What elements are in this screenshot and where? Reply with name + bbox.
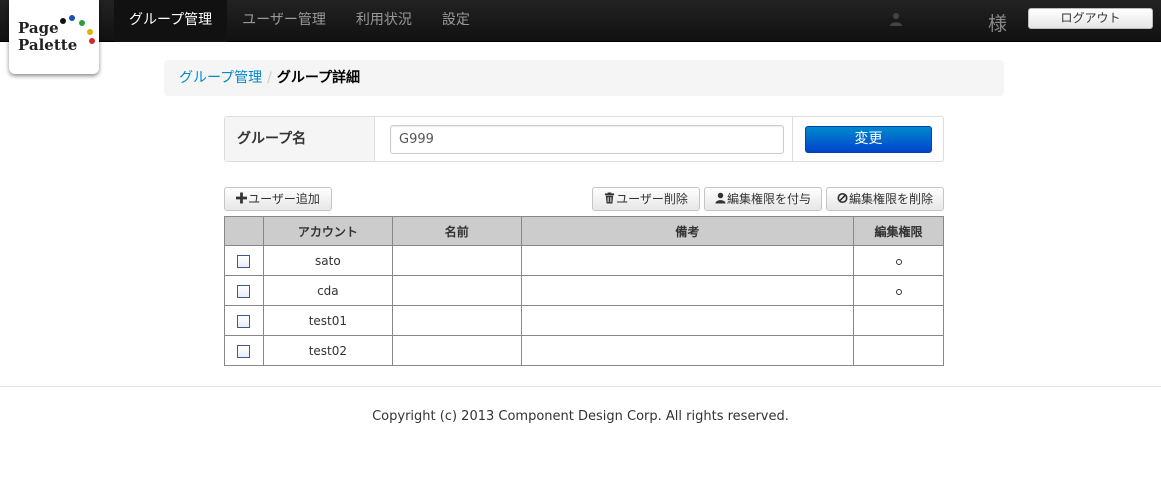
- breadcrumb-separator: /: [267, 70, 272, 86]
- table-row: test02: [224, 335, 944, 366]
- nav-item-usage[interactable]: 利用状況: [341, 0, 427, 42]
- name-cell: [391, 275, 522, 306]
- group-name-form: グループ名 変更: [224, 116, 944, 162]
- table-row: cda: [224, 275, 944, 306]
- logo-line-1: Page: [18, 19, 59, 37]
- add-user-label: ユーザー追加: [248, 192, 320, 206]
- footer-copyright: Copyright (c) 2013 Component Design Corp…: [372, 409, 789, 424]
- select-cell: [224, 275, 264, 306]
- column-header-select: [224, 216, 264, 246]
- column-header-name[interactable]: 名前: [391, 216, 522, 246]
- breadcrumb: グループ管理 / グループ詳細: [164, 60, 1004, 96]
- user-grant-icon: [715, 192, 726, 204]
- group-name-label: グループ名: [225, 117, 375, 161]
- logo-dot-icon: [69, 15, 75, 21]
- logout-button[interactable]: ログアウト: [1028, 8, 1153, 29]
- plus-icon: [236, 192, 248, 204]
- table-row: test01: [224, 305, 944, 336]
- group-name-input[interactable]: [390, 125, 784, 154]
- edit-permission-cell: [853, 335, 944, 366]
- nav-item-user-management[interactable]: ユーザー管理: [227, 0, 341, 42]
- account-cell: sato: [262, 245, 393, 276]
- logo-text: Page Palette: [18, 20, 77, 54]
- circle-mark-icon: [895, 288, 902, 295]
- delete-user-button[interactable]: ユーザー削除: [592, 187, 700, 211]
- add-user-button[interactable]: ユーザー追加: [224, 187, 332, 211]
- note-cell: [520, 245, 855, 276]
- row-checkbox-icon[interactable]: [237, 314, 251, 328]
- column-header-note[interactable]: 備考: [520, 216, 855, 246]
- select-cell: [224, 305, 264, 336]
- row-checkbox-icon[interactable]: [237, 344, 251, 358]
- note-cell: [520, 275, 855, 306]
- ban-icon: [837, 192, 848, 204]
- logo-dot-icon: [87, 29, 93, 35]
- grant-edit-permission-label: 編集権限を付与: [726, 192, 811, 206]
- name-cell: [391, 335, 522, 366]
- breadcrumb-current: グループ詳細: [276, 70, 361, 86]
- select-cell: [224, 335, 264, 366]
- table-row: sato: [224, 245, 944, 276]
- name-cell: [391, 245, 522, 276]
- grant-edit-permission-button[interactable]: 編集権限を付与: [704, 187, 822, 211]
- circle-mark-icon: [895, 258, 902, 265]
- user-icon: [890, 13, 902, 26]
- page-palette-logo[interactable]: Page Palette: [9, 0, 99, 74]
- column-header-edit-permission[interactable]: 編集権限: [853, 216, 944, 246]
- logo-dot-icon: [60, 18, 66, 24]
- column-header-account[interactable]: アカウント: [262, 216, 393, 246]
- footer-divider: [0, 386, 1161, 387]
- name-cell: [391, 305, 522, 336]
- user-name-suffix: 様: [988, 13, 1008, 35]
- select-cell: [224, 245, 264, 276]
- top-navbar: グループ管理 ユーザー管理 利用状況 設定 様 ログアウト: [0, 0, 1161, 42]
- table-header-row: アカウント 名前 備考 編集権限: [224, 216, 944, 246]
- logo-dot-icon: [89, 38, 95, 44]
- revoke-edit-permission-label: 編集権限を削除: [848, 192, 933, 206]
- trash-icon: [605, 192, 615, 204]
- account-cell: test02: [262, 335, 393, 366]
- nav-item-group-management[interactable]: グループ管理: [114, 0, 228, 42]
- nav-item-settings[interactable]: 設定: [427, 0, 485, 42]
- form-divider: [792, 117, 793, 161]
- group-users-table: アカウント 名前 備考 編集権限 sato cda test01 test02: [224, 216, 944, 366]
- note-cell: [520, 335, 855, 366]
- logo-line-2: Palette: [18, 36, 78, 54]
- revoke-edit-permission-button[interactable]: 編集権限を削除: [826, 187, 944, 211]
- account-cell: cda: [262, 275, 393, 306]
- main-nav: グループ管理 ユーザー管理 利用状況 設定: [114, 0, 485, 42]
- logo-dot-icon: [79, 20, 85, 26]
- change-button[interactable]: 変更: [805, 126, 932, 153]
- edit-permission-cell: [853, 245, 944, 276]
- delete-user-label: ユーザー削除: [616, 192, 688, 206]
- edit-permission-cell: [853, 275, 944, 306]
- note-cell: [520, 305, 855, 336]
- edit-permission-cell: [853, 305, 944, 336]
- row-checkbox-icon[interactable]: [237, 284, 251, 298]
- breadcrumb-group-management-link[interactable]: グループ管理: [179, 70, 262, 86]
- row-checkbox-icon[interactable]: [237, 254, 251, 268]
- account-cell: test01: [262, 305, 393, 336]
